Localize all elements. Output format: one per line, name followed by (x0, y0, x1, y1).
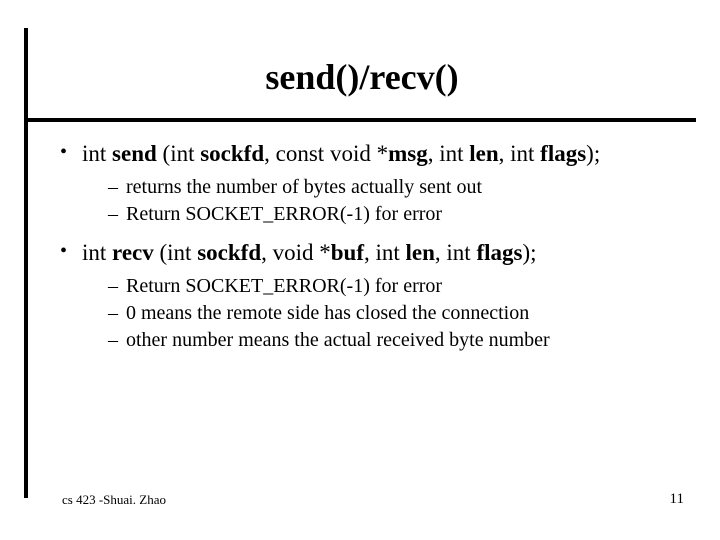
kw-len: len (406, 240, 435, 265)
text: , const void * (264, 141, 388, 166)
sub-item: returns the number of bytes actually sen… (108, 175, 680, 200)
kw-send: send (112, 141, 157, 166)
kw-len: len (469, 141, 498, 166)
kw-flags: flags (540, 141, 586, 166)
text: , int (435, 240, 477, 265)
content-area: int send (int sockfd, const void *msg, i… (60, 140, 680, 365)
text: ); (586, 141, 600, 166)
kw-sockfd: sockfd (200, 141, 264, 166)
text: (int (157, 141, 200, 166)
kw-recv: recv (112, 240, 154, 265)
text: , int (428, 141, 470, 166)
text: int (82, 240, 112, 265)
sub-item: 0 means the remote side has closed the c… (108, 301, 680, 326)
kw-buf: buf (331, 240, 364, 265)
sub-item: other number means the actual received b… (108, 328, 680, 353)
bullet-recv: int recv (int sockfd, void *buf, int len… (60, 239, 680, 353)
text: , void * (261, 240, 331, 265)
text: , int (364, 240, 406, 265)
text: (int (154, 240, 197, 265)
kw-flags: flags (476, 240, 522, 265)
kw-msg: msg (388, 141, 428, 166)
title-wrap: send()/recv() (28, 56, 696, 98)
sub-item: Return SOCKET_ERROR(-1) for error (108, 274, 680, 299)
slide: send()/recv() int send (int sockfd, cons… (0, 0, 720, 540)
footer-left: cs 423 -Shuai. Zhao (62, 492, 166, 508)
kw-sockfd: sockfd (197, 240, 261, 265)
sub-item: Return SOCKET_ERROR(-1) for error (108, 202, 680, 227)
slide-number: 11 (670, 491, 684, 508)
horizontal-rule (28, 118, 696, 122)
text: int (82, 141, 112, 166)
vertical-rule (24, 28, 28, 498)
bullet-send: int send (int sockfd, const void *msg, i… (60, 140, 680, 227)
text: ); (522, 240, 536, 265)
text: , int (499, 141, 541, 166)
slide-title: send()/recv() (265, 56, 458, 98)
